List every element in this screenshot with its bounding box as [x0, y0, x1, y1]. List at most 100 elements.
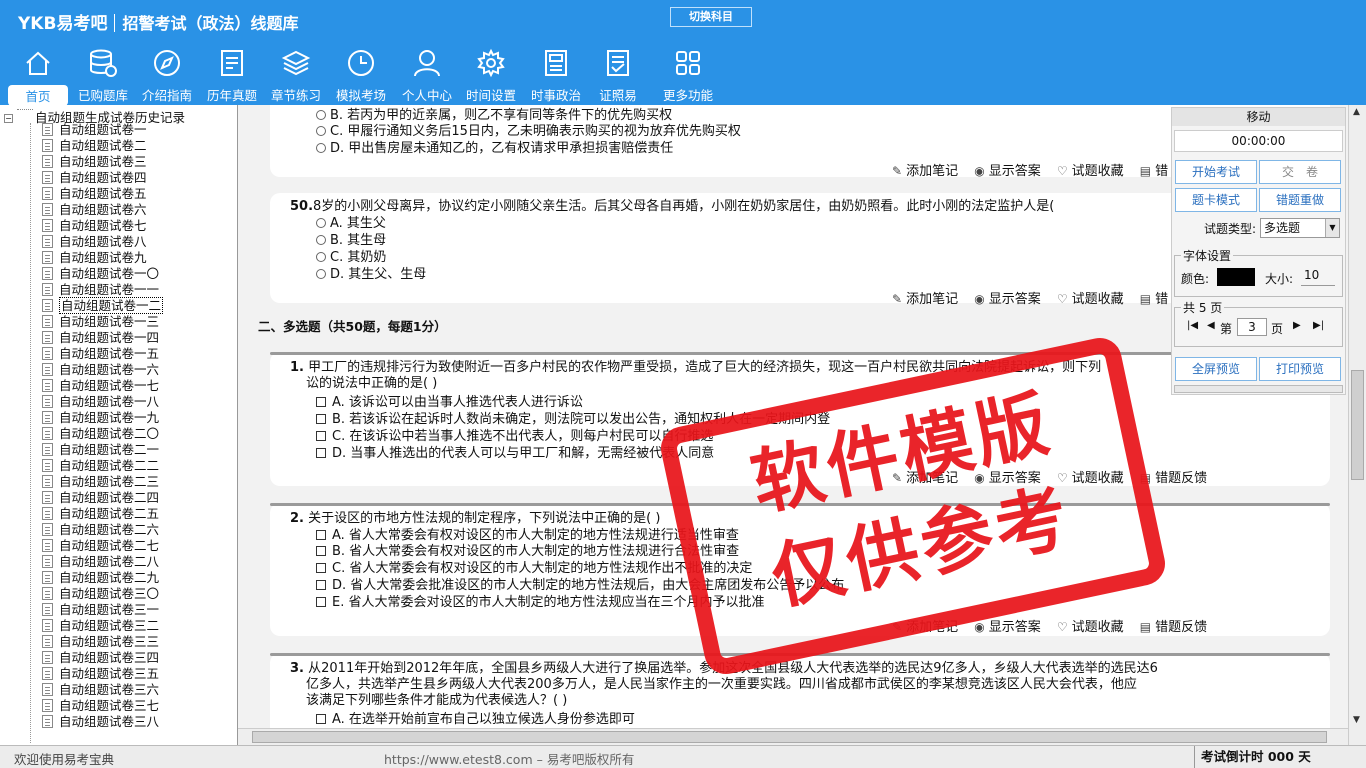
checkbox[interactable]: [316, 530, 326, 540]
tree-item[interactable]: 自动组题试卷八: [42, 234, 147, 250]
last-page-icon[interactable]: ▶|: [1313, 320, 1324, 331]
prev-page-icon[interactable]: ◀: [1207, 320, 1215, 331]
horizontal-scrollbar[interactable]: [238, 728, 1348, 745]
fullscreen-preview-button[interactable]: 全屏预览: [1175, 357, 1257, 381]
tree-item[interactable]: 自动组题试卷三三: [42, 634, 159, 650]
nav-certificate[interactable]: 证照易: [594, 48, 642, 103]
panel-move-handle[interactable]: 移动: [1172, 108, 1345, 126]
redo-wrong-button[interactable]: 错题重做: [1259, 188, 1341, 212]
tree-item[interactable]: 自动组题试卷一九: [42, 410, 159, 426]
print-preview-button[interactable]: 打印预览: [1259, 357, 1341, 381]
option-d[interactable]: D. 其生父、生母: [316, 267, 426, 283]
panel-scrollbar[interactable]: [1174, 385, 1343, 393]
tree-item[interactable]: 自动组题试卷二三: [42, 474, 159, 490]
radio[interactable]: [316, 143, 326, 153]
tree-item[interactable]: 自动组题试卷一: [42, 122, 147, 138]
tree-item[interactable]: 自动组题试卷七: [42, 218, 147, 234]
checkbox[interactable]: [316, 397, 326, 407]
tree-item[interactable]: 自动组题试卷三二: [42, 618, 159, 634]
card-mode-button[interactable]: 题卡模式: [1175, 188, 1257, 212]
tree-root[interactable]: − 自动组题生成试卷历史记录: [4, 107, 185, 125]
tree-item[interactable]: 自动组题试卷三五: [42, 666, 159, 682]
size-input[interactable]: 10: [1301, 268, 1335, 286]
nav-home[interactable]: 首页: [8, 48, 68, 106]
tree-item[interactable]: 自动组题试卷三一: [42, 602, 159, 618]
radio[interactable]: [316, 269, 326, 279]
tree-item[interactable]: 自动组题试卷一三: [42, 314, 159, 330]
tree-item[interactable]: 自动组题试卷四: [42, 170, 147, 186]
tree-item[interactable]: 自动组题试卷二〇: [42, 426, 159, 442]
option-a[interactable]: A. 其生父: [316, 216, 386, 232]
show-answer-button[interactable]: ◉ 显示答案: [974, 292, 1041, 307]
tree-item[interactable]: 自动组题试卷二一: [42, 442, 159, 458]
tree-item[interactable]: 自动组题试卷三: [42, 154, 147, 170]
checkbox[interactable]: [316, 580, 326, 590]
tree-item[interactable]: 自动组题试卷一一: [42, 282, 159, 298]
option-a[interactable]: A. 该诉讼可以由当事人推选代表人进行诉讼: [316, 395, 583, 411]
color-swatch[interactable]: [1217, 268, 1255, 286]
favorite-button[interactable]: ♡ 试题收藏: [1057, 164, 1124, 179]
checkbox[interactable]: [316, 546, 326, 556]
option-d[interactable]: D. 当事人推选出的代表人可以与甲工厂和解，无需经被代表人同意: [316, 446, 714, 462]
feedback-button[interactable]: ▤ 错题反馈: [1140, 620, 1207, 635]
radio[interactable]: [316, 252, 326, 262]
scroll-up-icon[interactable]: ▲: [1353, 107, 1360, 117]
tree-item[interactable]: 自动组题试卷二四: [42, 490, 159, 506]
nav-past-exams[interactable]: 历年真题: [202, 48, 262, 103]
tree-item[interactable]: 自动组题试卷三〇: [42, 586, 159, 602]
tree-item[interactable]: 自动组题试卷一〇: [42, 266, 159, 282]
option-b[interactable]: B. 其生母: [316, 233, 386, 249]
nav-time-settings[interactable]: 时间设置: [462, 48, 520, 103]
option-c[interactable]: C. 在该诉讼中若当事人推选不出代表人，则每户村民可以自行推选: [316, 429, 713, 445]
add-note-button[interactable]: ✎ 添加笔记: [892, 292, 958, 307]
checkbox[interactable]: [316, 431, 326, 441]
add-note-button[interactable]: ✎ 添加笔记: [892, 164, 958, 179]
tree-item[interactable]: 自动组题试卷二八: [42, 554, 159, 570]
tree-item[interactable]: 自动组题试卷五: [42, 186, 147, 202]
option-b[interactable]: B. 若丙为甲的近亲属，则乙不享有同等条件下的优先购买权: [316, 108, 672, 124]
checkbox[interactable]: [316, 563, 326, 573]
tree-item[interactable]: 自动组题试卷二六: [42, 522, 159, 538]
radio[interactable]: [316, 126, 326, 136]
tree-item[interactable]: 自动组题试卷一八: [42, 394, 159, 410]
feedback-button[interactable]: ▤ 错: [1140, 164, 1168, 179]
favorite-button[interactable]: ♡ 试题收藏: [1057, 292, 1124, 307]
tree-item[interactable]: 自动组题试卷九: [42, 250, 147, 266]
tree-item[interactable]: 自动组题试卷二二: [42, 458, 159, 474]
checkbox[interactable]: [316, 714, 326, 724]
tree-item[interactable]: 自动组题试卷一四: [42, 330, 159, 346]
submit-button[interactable]: 交 卷: [1259, 160, 1341, 184]
start-exam-button[interactable]: 开始考试: [1175, 160, 1257, 184]
vertical-scrollbar[interactable]: ▲ ▼: [1348, 105, 1366, 745]
tree-item[interactable]: 自动组题试卷二: [42, 138, 147, 154]
scroll-down-icon[interactable]: ▼: [1353, 715, 1360, 725]
tree-item[interactable]: 自动组题试卷一二: [42, 297, 164, 314]
nav-current-affairs[interactable]: 时事政治: [526, 48, 586, 103]
tree-item[interactable]: 自动组题试卷一六: [42, 362, 159, 378]
option-c[interactable]: C. 其奶奶: [316, 250, 386, 266]
nav-mock-exam[interactable]: 模拟考场: [332, 48, 390, 103]
tree-item[interactable]: 自动组题试卷三四: [42, 650, 159, 666]
tree-item[interactable]: 自动组题试卷二九: [42, 570, 159, 586]
nav-personal[interactable]: 个人中心: [398, 48, 456, 103]
option-b[interactable]: B. 省人大常委会有权对设区的市人大制定的地方性法规进行合法性审查: [316, 544, 739, 560]
chevron-down-icon[interactable]: ▼: [1325, 219, 1339, 237]
nav-chapter-practice[interactable]: 章节练习: [266, 48, 326, 103]
tree-item[interactable]: 自动组题试卷三六: [42, 682, 159, 698]
nav-guide[interactable]: 介绍指南: [138, 48, 196, 103]
tree-item[interactable]: 自动组题试卷一七: [42, 378, 159, 394]
favorite-button[interactable]: ♡ 试题收藏: [1057, 620, 1124, 635]
checkbox[interactable]: [316, 414, 326, 424]
tree-item[interactable]: 自动组题试卷三八: [42, 714, 159, 730]
option-a[interactable]: A. 省人大常委会有权对设区的市人大制定的地方性法规进行适当性审查: [316, 528, 739, 544]
nav-purchased[interactable]: 已购题库: [74, 48, 132, 103]
option-a[interactable]: A. 在选举开始前宣布自己以独立候选人身份参选即可: [316, 712, 635, 728]
page-input[interactable]: 3: [1237, 318, 1267, 336]
option-c[interactable]: C. 甲履行通知义务后15日内，乙未明确表示购买的视为放弃优先购买权: [316, 124, 741, 140]
tree-item[interactable]: 自动组题试卷二七: [42, 538, 159, 554]
type-select[interactable]: 多选题 ▼: [1260, 218, 1340, 238]
radio[interactable]: [316, 235, 326, 245]
scroll-thumb[interactable]: [1351, 370, 1364, 480]
radio[interactable]: [316, 110, 326, 120]
next-page-icon[interactable]: ▶: [1293, 320, 1301, 331]
